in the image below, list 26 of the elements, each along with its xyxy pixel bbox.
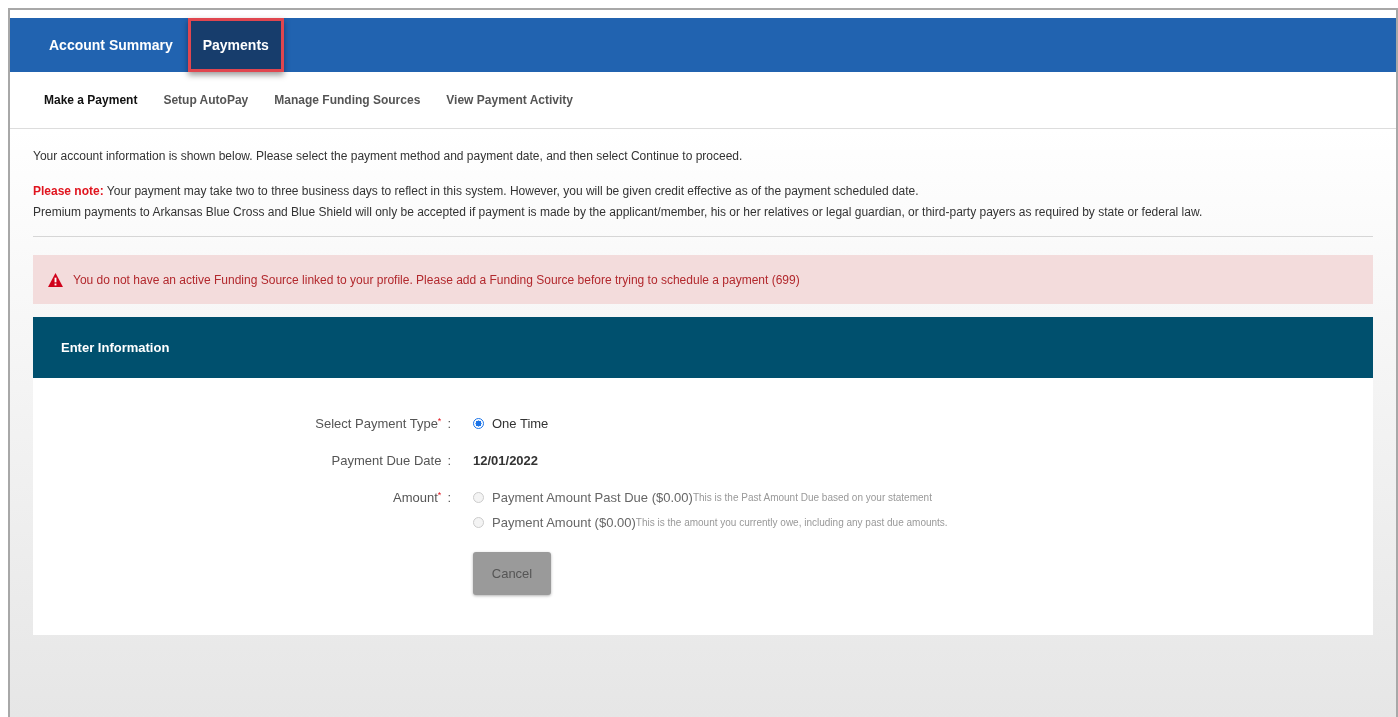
label-colon: :	[447, 416, 451, 431]
option-hint: This is the Past Amount Due based on your statement	[692, 492, 932, 503]
radio-button[interactable]	[473, 418, 484, 429]
panel-title: Enter Information	[61, 340, 170, 355]
nav-tab[interactable]: Account Summary	[34, 18, 188, 72]
subnav-link[interactable]: Setup AutoPay	[153, 93, 259, 107]
option-label: Payment Amount ($0.00)	[492, 515, 636, 530]
field-label: Amount	[393, 490, 438, 505]
due-date-value: 12/01/2022	[473, 453, 539, 468]
warning-icon	[48, 272, 63, 287]
field-label: Payment Due Date	[331, 453, 442, 468]
intro-text: Your account information is shown below. Please select the payment method and payment date, and then select Continue to proceed.	[33, 149, 744, 163]
option-label: Payment Amount Past Due ($0.00)	[492, 490, 693, 505]
required-mark: *	[437, 416, 442, 426]
nav-tab[interactable]: Payments	[187, 18, 284, 72]
required-mark: *	[437, 490, 442, 500]
label-colon: :	[447, 453, 451, 468]
option-label: One Time	[492, 416, 549, 431]
label-colon: :	[447, 490, 451, 505]
field-label: Select Payment Type	[315, 416, 438, 431]
note-text: Please note: Your payment may take two to three business days to reflect in this system. However, you will be given credit effective as of the payment scheduled date. Premium payments to Arkansas Blue Cross and Blue Shield will only be accepted if payment is made by the applicant/member, his or her relatives or legal guardian, or third-party payers as required by state or federal law.	[33, 183, 1204, 221]
subnav-link[interactable]: View Payment Activity	[436, 93, 584, 107]
subnav-link[interactable]: Make a Payment	[34, 93, 148, 107]
option-hint: This is the amount you currently owe, including any past due amounts.	[635, 517, 948, 528]
subnav-link[interactable]: Manage Funding Sources	[264, 93, 431, 107]
alert-message: You do not have an active Funding Source linked to your profile. Please add a Funding Source before trying to schedule a payment (699)	[73, 272, 800, 287]
